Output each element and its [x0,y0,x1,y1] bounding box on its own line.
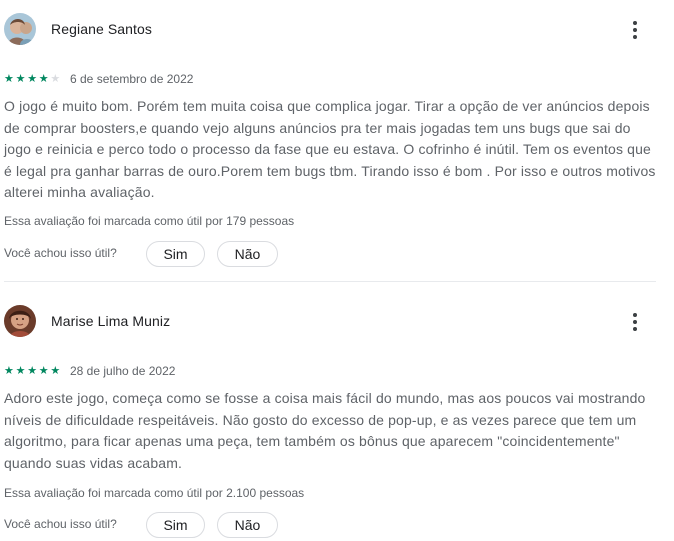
review-meta: ★ ★ ★ ★ ★ 28 de julho de 2022 [4,363,404,379]
review-card: Regiane Santos ★ ★ ★ ★ ★ 6 de setembro de 20… [0,0,674,282]
yes-button[interactable]: Sim [146,512,205,538]
review-header: Regiane Santos [4,13,664,46]
author-name: Marise Lima Muniz [51,313,171,329]
helpful-question: Você achou isso útil? [4,246,117,260]
helpful-row: Você achou isso útil? Sim Não [4,512,404,540]
star-icon: ★ [27,73,37,85]
star-rating: ★ ★ ★ ★ ★ [4,365,62,377]
avatar [4,305,36,337]
review-text: O jogo é muito bom. Porém tem muita cois… [4,98,656,200]
no-button[interactable]: Não [217,241,278,267]
star-icon: ★ [38,73,49,85]
more-vert-icon[interactable] [624,307,646,337]
helpful-count: Essa avaliação foi marcada como útil por… [4,486,305,500]
star-icon: ★ [50,73,60,85]
star-rating: ★ ★ ★ ★ ★ [4,73,62,85]
no-button[interactable]: Não [217,512,278,538]
divider [4,281,656,282]
review-date: 6 de setembro de 2022 [70,72,194,86]
review-text: Adoro este jogo, começa como se fosse a … [4,390,646,471]
review-card: Marise Lima Muniz ★ ★ ★ ★ ★ 28 de julho de 2… [0,292,674,541]
avatar [4,13,36,45]
star-icon: ★ [50,365,60,377]
review-date: 28 de julho de 2022 [70,364,176,378]
star-icon: ★ [4,365,14,377]
star-icon: ★ [15,73,26,85]
star-icon: ★ [4,73,14,85]
star-icon: ★ [15,365,26,377]
more-vert-icon[interactable] [624,15,646,45]
yes-button[interactable]: Sim [146,241,205,267]
helpful-question: Você achou isso útil? [4,517,117,531]
helpful-count: Essa avaliação foi marcada como útil por… [4,214,295,228]
author-name: Regiane Santos [51,21,153,37]
star-icon: ★ [27,365,37,377]
review-header: Marise Lima Muniz [4,305,664,338]
helpful-row: Você achou isso útil? Sim Não [4,241,404,269]
star-icon: ★ [38,365,49,377]
review-meta: ★ ★ ★ ★ ★ 6 de setembro de 2022 [4,71,404,87]
